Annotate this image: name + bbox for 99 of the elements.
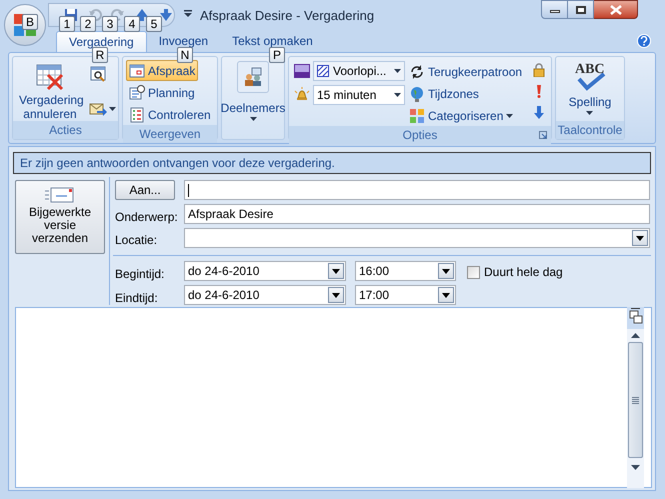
- date-dropdown[interactable]: do 24-6-2010: [184, 261, 346, 281]
- view-button[interactable]: Afspraak: [126, 60, 198, 81]
- customize-button[interactable]: [184, 10, 192, 17]
- to-field[interactable]: [184, 180, 650, 200]
- view-button[interactable]: Planning: [126, 82, 198, 103]
- to-button[interactable]: Aan...: [115, 180, 175, 200]
- scroll-up-icon: [631, 333, 640, 338]
- scroll-thumb[interactable]: [628, 342, 643, 458]
- calendar-button[interactable]: [89, 65, 107, 83]
- icon-text: ABC: [574, 61, 605, 79]
- dropdown-arrow-icon: [636, 236, 644, 240]
- key-tip: B: [22, 14, 38, 30]
- date-dropdown[interactable]: do 24-6-2010: [184, 285, 346, 305]
- minimize-button[interactable]: [541, 0, 568, 19]
- close-button[interactable]: [594, 0, 638, 19]
- attendees-button[interactable]: Deelnemers: [220, 61, 286, 121]
- dropdown-arrow-icon: [442, 268, 450, 274]
- field-label: Begintijd:: [115, 266, 164, 283]
- dropdown-arrow-icon: [109, 107, 116, 111]
- close-icon: [610, 4, 622, 14]
- group-label: Weergeven: [139, 126, 201, 143]
- options-button[interactable]: Terugkeerpatroon: [409, 61, 524, 82]
- envelope-arrow-icon: [89, 101, 107, 117]
- forward-button[interactable]: [89, 101, 116, 117]
- key-tip: 2: [80, 16, 96, 32]
- subject-field[interactable]: Afspraak Desire: [184, 204, 650, 224]
- maximize-button[interactable]: [568, 0, 594, 19]
- options-button[interactable]: Tijdzones: [409, 83, 524, 104]
- time-dropdown[interactable]: 17:00: [355, 285, 456, 305]
- dropdown-button[interactable]: [632, 230, 648, 246]
- field-value: do 24-6-2010: [188, 287, 260, 304]
- envelope-icon: [45, 187, 75, 203]
- window-title: Afspraak Desire - Vergadering: [200, 7, 374, 25]
- dropdown-arrow-icon: [394, 69, 401, 73]
- globe-icon: [409, 86, 425, 102]
- message-body-field[interactable]: [15, 307, 652, 488]
- color-grid-icon: [409, 108, 425, 124]
- calendar-search-icon: [90, 66, 106, 82]
- dropdown-arrow-icon: [394, 93, 401, 97]
- cancel-meeting-button[interactable]: Vergadering annuleren: [17, 61, 83, 121]
- time-dropdown[interactable]: 16:00: [355, 261, 456, 281]
- scrollbar[interactable]: [627, 307, 644, 488]
- key-tip: N: [177, 47, 193, 63]
- dropdown-arrow-icon: [506, 114, 514, 118]
- info-bar: Er zijn geen antwoorden ontvangen voor deze vergadering.: [13, 152, 651, 174]
- checkmark-icon: [576, 73, 606, 91]
- dropdown-button[interactable]: [438, 263, 454, 279]
- send-update-button[interactable]: Bijgewerkte versie verzenden: [15, 180, 105, 254]
- spelling-button[interactable]: ABC Spelling: [568, 61, 612, 115]
- group-label: Taalcontrole: [558, 122, 622, 139]
- view-button[interactable]: Controleren: [126, 104, 214, 125]
- calendar-icon: [129, 62, 145, 78]
- field-label: Locatie:: [115, 232, 158, 249]
- group-label: Opties: [402, 127, 438, 144]
- bell-icon: [294, 87, 310, 103]
- recurrence-icon: [409, 64, 425, 80]
- scroll-down-icon: [631, 465, 640, 470]
- field-value: 17:00: [359, 287, 390, 304]
- key-tip: 4: [124, 16, 140, 32]
- help-icon: [640, 36, 648, 46]
- split-view-icon: [628, 310, 642, 324]
- dropdown-arrow-icon: [586, 111, 594, 115]
- field-label: Eindtijd:: [115, 290, 158, 307]
- field-value: do 24-6-2010: [188, 263, 260, 280]
- dialog-launcher-icon[interactable]: [539, 131, 547, 139]
- key-tip: 1: [59, 16, 75, 32]
- dropdown-arrow-icon: [442, 292, 450, 298]
- schedule-icon: [129, 84, 145, 100]
- dropdown-arrow-icon: [332, 292, 340, 298]
- field-label: Onderwerp:: [115, 209, 178, 226]
- toolbar-button[interactable]: [532, 63, 546, 77]
- key-tip: P: [269, 47, 285, 63]
- group-label: Acties: [49, 122, 82, 139]
- dropdown-button[interactable]: [328, 263, 344, 279]
- location-field[interactable]: [184, 228, 650, 248]
- field-value: 16:00: [359, 263, 390, 280]
- dropdown-arrow-icon: [184, 10, 192, 17]
- down-arrow-icon: [532, 105, 546, 119]
- down-arrow-icon: [158, 8, 173, 22]
- help-button[interactable]: [637, 34, 651, 48]
- options-button[interactable]: Categoriseren: [409, 105, 524, 126]
- checklist-icon: [129, 106, 145, 122]
- toolbar-button[interactable]: [157, 6, 174, 24]
- key-tip: 3: [102, 16, 118, 32]
- dropdown-button[interactable]: [438, 287, 454, 303]
- key-tip: 5: [146, 16, 162, 32]
- reminder-dropdown[interactable]: 15 minuten: [313, 85, 405, 105]
- key-tip: R: [92, 47, 108, 63]
- lock-icon: [532, 63, 546, 77]
- show-as-dropdown[interactable]: Voorlopi...: [313, 61, 405, 81]
- toolbar-button[interactable]: [532, 105, 546, 119]
- hatched-square-icon: [317, 65, 329, 77]
- up-arrow-icon: [135, 8, 150, 22]
- busy-status-icon: [294, 63, 310, 79]
- dropdown-button[interactable]: [328, 287, 344, 303]
- people-icon: [243, 67, 263, 87]
- all-day-checkbox[interactable]: Duurt hele dag: [467, 263, 563, 281]
- dropdown-arrow-icon: [250, 117, 256, 121]
- dropdown-arrow-icon: [332, 268, 340, 274]
